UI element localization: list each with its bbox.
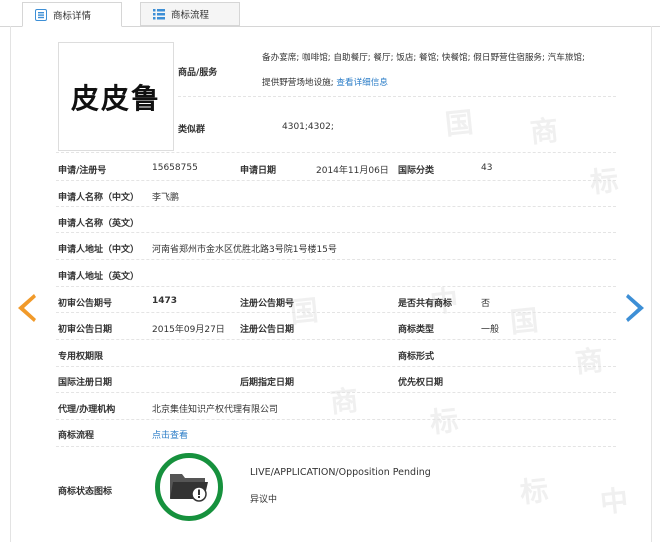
- folder-alert-icon: [167, 468, 211, 507]
- row-divider: [56, 446, 616, 447]
- priority-date-label: 优先权日期: [398, 378, 444, 388]
- tab-trademark-details[interactable]: 商标详情: [22, 2, 122, 27]
- reg-no-label: 申请/注册号: [58, 166, 107, 176]
- address-en-label: 申请人地址（英文）: [58, 272, 140, 282]
- row-divider: [56, 366, 616, 367]
- arrow-right-icon[interactable]: [624, 292, 648, 324]
- address-cn-label: 申请人地址（中文）: [58, 245, 140, 255]
- goods-services-line1: 备办宴席; 咖啡馆; 自助餐厅; 餐厅; 饭店; 餐馆; 快餐馆; 假日野营住宿…: [262, 53, 585, 63]
- status-text-en: LIVE/APPLICATION/Opposition Pending: [250, 467, 431, 478]
- tab-bar: 商标详情 商标流程: [0, 0, 660, 27]
- list-icon: [153, 8, 165, 20]
- exclusive-label: 专用权期限: [58, 352, 104, 362]
- app-date-label: 申请日期: [240, 166, 277, 176]
- reg-pub-no-label: 注册公告期号: [240, 299, 295, 309]
- row-divider: [56, 419, 616, 420]
- trademark-image: 皮皮鲁: [58, 42, 174, 151]
- row-divider: [56, 232, 616, 233]
- tm-type-label: 商标类型: [398, 325, 435, 335]
- tab-label: 商标详情: [53, 10, 92, 22]
- row-divider: [56, 312, 616, 313]
- applicant-cn-value: 李飞鹏: [152, 193, 180, 203]
- tm-form-label: 商标形式: [398, 352, 435, 362]
- tab-label: 商标流程: [171, 10, 210, 21]
- agent-label: 代理/办理机构: [58, 405, 116, 415]
- status-text-cn: 异议中: [250, 495, 278, 505]
- view-details-link[interactable]: 查看详细信息: [336, 78, 388, 88]
- row-divider: [56, 392, 616, 393]
- reg-no-value: 15658755: [152, 163, 198, 173]
- applicant-en-label: 申请人名称（英文）: [58, 219, 140, 229]
- row-divider: [56, 206, 616, 207]
- row-divider: [56, 339, 616, 340]
- similar-group-label: 类似群: [178, 125, 206, 135]
- tm-type-value: 一般: [481, 325, 500, 335]
- shared-value: 否: [481, 299, 491, 309]
- goods-services-line2-text: 提供野营场地设施;: [262, 78, 334, 88]
- intl-class-value: 43: [481, 163, 493, 173]
- similar-group-value: 4301;4302;: [282, 122, 334, 132]
- prelim-date-label: 初审公告日期: [58, 325, 113, 335]
- later-date-label: 后期指定日期: [240, 378, 295, 388]
- prelim-date-value: 2015年09月27日: [152, 325, 225, 335]
- agent-value: 北京集佳知识产权代理有限公司: [152, 405, 279, 415]
- status-seal: [155, 453, 223, 521]
- row-divider: [178, 96, 616, 97]
- shared-label: 是否共有商标: [398, 299, 453, 309]
- prelim-no-value: 1473: [152, 296, 178, 306]
- process-label: 商标流程: [58, 431, 95, 441]
- arrow-left-icon[interactable]: [14, 292, 38, 324]
- reg-pub-date-label: 注册公告日期: [240, 325, 295, 335]
- intl-class-label: 国际分类: [398, 166, 435, 176]
- applicant-cn-label: 申请人名称（中文）: [58, 193, 140, 203]
- row-divider: [56, 259, 616, 260]
- goods-services-line2: 提供野营场地设施; 查看详细信息: [262, 76, 388, 88]
- app-date-value: 2014年11月06日: [316, 166, 389, 176]
- address-cn-value: 河南省郑州市金水区优胜北路3号院1号楼15号: [152, 245, 337, 255]
- intl-reg-date-label: 国际注册日期: [58, 378, 113, 388]
- trademark-image-text: 皮皮鲁: [70, 81, 161, 115]
- prelim-no-label: 初审公告期号: [58, 299, 113, 309]
- status-icon-label: 商标状态图标: [58, 487, 113, 497]
- goods-services-label: 商品/服务: [178, 68, 218, 78]
- document-icon: [35, 8, 47, 21]
- process-view-link[interactable]: 点击查看: [152, 428, 188, 441]
- row-divider: [56, 286, 616, 287]
- row-divider: [56, 152, 616, 153]
- row-divider: [56, 180, 616, 181]
- tab-trademark-process[interactable]: 商标流程: [140, 2, 240, 26]
